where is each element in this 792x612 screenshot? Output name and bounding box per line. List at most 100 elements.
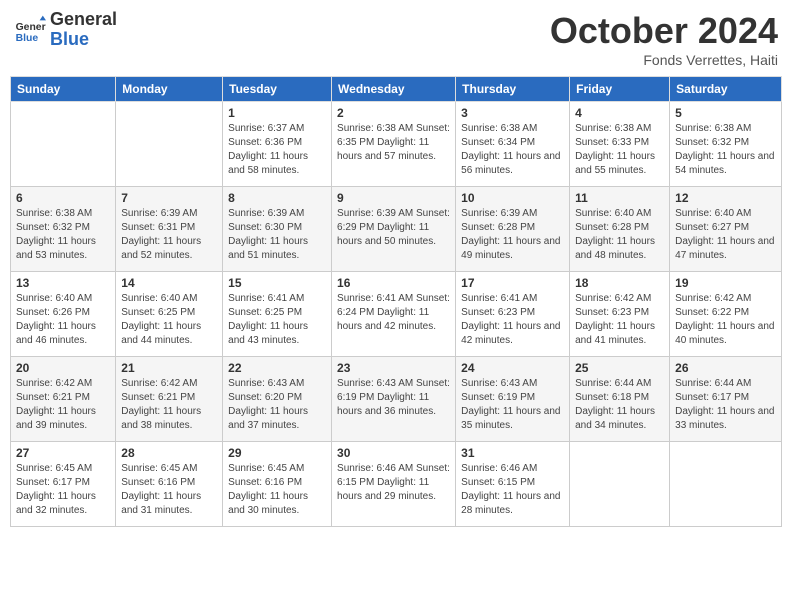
calendar-cell: 11 Sunrise: 6:40 AM Sunset: 6:28 PM Dayli… bbox=[570, 187, 670, 272]
day-number: 24 bbox=[461, 361, 564, 375]
day-number: 25 bbox=[575, 361, 664, 375]
day-number: 21 bbox=[121, 361, 217, 375]
calendar-cell: 23 Sunrise: 6:43 AM Sunset: 6:19 PM Dayli… bbox=[332, 357, 456, 442]
calendar-body: 1Sunrise: 6:37 AM Sunset: 6:36 PM Daylig… bbox=[11, 102, 782, 527]
calendar-cell: 22 Sunrise: 6:43 AM Sunset: 6:20 PM Dayli… bbox=[223, 357, 332, 442]
day-number: 13 bbox=[16, 276, 110, 290]
weekday-header-saturday: Saturday bbox=[670, 77, 782, 102]
weekday-header-wednesday: Wednesday bbox=[332, 77, 456, 102]
calendar-cell: 29 Sunrise: 6:45 AM Sunset: 6:16 PM Dayli… bbox=[223, 442, 332, 527]
logo-line2: Blue bbox=[50, 30, 117, 50]
title-block: October 2024 Fonds Verrettes, Haiti bbox=[550, 10, 778, 68]
calendar-cell: 3 Sunrise: 6:38 AM Sunset: 6:34 PM Daylig… bbox=[456, 102, 570, 187]
day-info: Sunrise: 6:39 AM Sunset: 6:29 PM Dayligh… bbox=[337, 207, 450, 249]
calendar-cell: 19 Sunrise: 6:42 AM Sunset: 6:22 PM Dayli… bbox=[670, 272, 782, 357]
day-number: 8 bbox=[228, 191, 326, 205]
calendar-cell: 8 Sunrise: 6:39 AM Sunset: 6:30 PM Daylig… bbox=[223, 187, 332, 272]
day-number: 30 bbox=[337, 446, 450, 460]
day-number: 26 bbox=[675, 361, 776, 375]
day-info: Sunrise: 6:39 AM Sunset: 6:28 PM Dayligh… bbox=[461, 207, 564, 263]
weekday-header-monday: Monday bbox=[116, 77, 223, 102]
location-subtitle: Fonds Verrettes, Haiti bbox=[550, 52, 778, 68]
day-info: Sunrise: 6:45 AM Sunset: 6:16 PM Dayligh… bbox=[121, 462, 217, 518]
day-info: Sunrise: 6:42 AM Sunset: 6:22 PM Dayligh… bbox=[675, 292, 776, 348]
weekday-header-row: SundayMondayTuesdayWednesdayThursdayFrid… bbox=[11, 77, 782, 102]
weekday-header-friday: Friday bbox=[570, 77, 670, 102]
day-number: 6 bbox=[16, 191, 110, 205]
day-number: 10 bbox=[461, 191, 564, 205]
day-number: 14 bbox=[121, 276, 217, 290]
day-info: Sunrise: 6:38 AM Sunset: 6:32 PM Dayligh… bbox=[675, 122, 776, 178]
day-number: 29 bbox=[228, 446, 326, 460]
calendar-cell: 20Sunrise: 6:42 AM Sunset: 6:21 PM Dayli… bbox=[11, 357, 116, 442]
calendar-cell bbox=[670, 442, 782, 527]
day-info: Sunrise: 6:40 AM Sunset: 6:25 PM Dayligh… bbox=[121, 292, 217, 348]
day-info: Sunrise: 6:41 AM Sunset: 6:23 PM Dayligh… bbox=[461, 292, 564, 348]
day-number: 22 bbox=[228, 361, 326, 375]
day-info: Sunrise: 6:42 AM Sunset: 6:21 PM Dayligh… bbox=[16, 377, 110, 433]
calendar-cell: 15Sunrise: 6:41 AM Sunset: 6:25 PM Dayli… bbox=[223, 272, 332, 357]
day-info: Sunrise: 6:45 AM Sunset: 6:16 PM Dayligh… bbox=[228, 462, 326, 518]
day-info: Sunrise: 6:40 AM Sunset: 6:27 PM Dayligh… bbox=[675, 207, 776, 263]
calendar-week-4: 20Sunrise: 6:42 AM Sunset: 6:21 PM Dayli… bbox=[11, 357, 782, 442]
day-info: Sunrise: 6:40 AM Sunset: 6:26 PM Dayligh… bbox=[16, 292, 110, 348]
weekday-header-thursday: Thursday bbox=[456, 77, 570, 102]
day-info: Sunrise: 6:37 AM Sunset: 6:36 PM Dayligh… bbox=[228, 122, 326, 178]
calendar-cell: 26Sunrise: 6:44 AM Sunset: 6:17 PM Dayli… bbox=[670, 357, 782, 442]
calendar-cell: 25Sunrise: 6:44 AM Sunset: 6:18 PM Dayli… bbox=[570, 357, 670, 442]
calendar-cell: 13 Sunrise: 6:40 AM Sunset: 6:26 PM Dayli… bbox=[11, 272, 116, 357]
day-number: 11 bbox=[575, 191, 664, 205]
day-number: 3 bbox=[461, 106, 564, 120]
calendar-table: SundayMondayTuesdayWednesdayThursdayFrid… bbox=[10, 76, 782, 527]
day-number: 12 bbox=[675, 191, 776, 205]
calendar-cell: 10 Sunrise: 6:39 AM Sunset: 6:28 PM Dayli… bbox=[456, 187, 570, 272]
calendar-cell: 16 Sunrise: 6:41 AM Sunset: 6:24 PM Dayli… bbox=[332, 272, 456, 357]
calendar-week-1: 1Sunrise: 6:37 AM Sunset: 6:36 PM Daylig… bbox=[11, 102, 782, 187]
day-number: 5 bbox=[675, 106, 776, 120]
day-info: Sunrise: 6:39 AM Sunset: 6:31 PM Dayligh… bbox=[121, 207, 217, 263]
calendar-cell: 28 Sunrise: 6:45 AM Sunset: 6:16 PM Dayli… bbox=[116, 442, 223, 527]
day-info: Sunrise: 6:40 AM Sunset: 6:28 PM Dayligh… bbox=[575, 207, 664, 263]
calendar-cell: 5 Sunrise: 6:38 AM Sunset: 6:32 PM Daylig… bbox=[670, 102, 782, 187]
calendar-cell bbox=[11, 102, 116, 187]
calendar-cell: 30 Sunrise: 6:46 AM Sunset: 6:15 PM Dayli… bbox=[332, 442, 456, 527]
logo-icon: General Blue bbox=[14, 14, 46, 46]
calendar-cell: 18Sunrise: 6:42 AM Sunset: 6:23 PM Dayli… bbox=[570, 272, 670, 357]
calendar-cell: 6Sunrise: 6:38 AM Sunset: 6:32 PM Daylig… bbox=[11, 187, 116, 272]
day-info: Sunrise: 6:42 AM Sunset: 6:21 PM Dayligh… bbox=[121, 377, 217, 433]
day-info: Sunrise: 6:46 AM Sunset: 6:15 PM Dayligh… bbox=[461, 462, 564, 518]
calendar-cell bbox=[570, 442, 670, 527]
calendar-cell: 31 Sunrise: 6:46 AM Sunset: 6:15 PM Dayli… bbox=[456, 442, 570, 527]
day-info: Sunrise: 6:41 AM Sunset: 6:25 PM Dayligh… bbox=[228, 292, 326, 348]
day-info: Sunrise: 6:43 AM Sunset: 6:19 PM Dayligh… bbox=[337, 377, 450, 419]
calendar-cell: 14 Sunrise: 6:40 AM Sunset: 6:25 PM Dayli… bbox=[116, 272, 223, 357]
day-info: Sunrise: 6:38 AM Sunset: 6:35 PM Dayligh… bbox=[337, 122, 450, 164]
calendar-cell: 17 Sunrise: 6:41 AM Sunset: 6:23 PM Dayli… bbox=[456, 272, 570, 357]
day-info: Sunrise: 6:41 AM Sunset: 6:24 PM Dayligh… bbox=[337, 292, 450, 334]
logo-text: General Blue bbox=[50, 10, 117, 50]
day-number: 31 bbox=[461, 446, 564, 460]
day-info: Sunrise: 6:46 AM Sunset: 6:15 PM Dayligh… bbox=[337, 462, 450, 504]
day-number: 7 bbox=[121, 191, 217, 205]
day-number: 19 bbox=[675, 276, 776, 290]
calendar-week-3: 13 Sunrise: 6:40 AM Sunset: 6:26 PM Dayli… bbox=[11, 272, 782, 357]
calendar-cell: 9Sunrise: 6:39 AM Sunset: 6:29 PM Daylig… bbox=[332, 187, 456, 272]
day-info: Sunrise: 6:43 AM Sunset: 6:20 PM Dayligh… bbox=[228, 377, 326, 433]
day-number: 28 bbox=[121, 446, 217, 460]
logo-line1: General bbox=[50, 10, 117, 30]
calendar-cell bbox=[116, 102, 223, 187]
day-number: 16 bbox=[337, 276, 450, 290]
day-number: 17 bbox=[461, 276, 564, 290]
weekday-header-sunday: Sunday bbox=[11, 77, 116, 102]
day-info: Sunrise: 6:38 AM Sunset: 6:34 PM Dayligh… bbox=[461, 122, 564, 178]
weekday-header-tuesday: Tuesday bbox=[223, 77, 332, 102]
page-header: General Blue General Blue October 2024 F… bbox=[10, 10, 782, 68]
calendar-cell: 1Sunrise: 6:37 AM Sunset: 6:36 PM Daylig… bbox=[223, 102, 332, 187]
day-info: Sunrise: 6:38 AM Sunset: 6:33 PM Dayligh… bbox=[575, 122, 664, 178]
day-info: Sunrise: 6:43 AM Sunset: 6:19 PM Dayligh… bbox=[461, 377, 564, 433]
day-number: 23 bbox=[337, 361, 450, 375]
day-number: 27 bbox=[16, 446, 110, 460]
day-number: 2 bbox=[337, 106, 450, 120]
calendar-cell: 4Sunrise: 6:38 AM Sunset: 6:33 PM Daylig… bbox=[570, 102, 670, 187]
day-info: Sunrise: 6:39 AM Sunset: 6:30 PM Dayligh… bbox=[228, 207, 326, 263]
